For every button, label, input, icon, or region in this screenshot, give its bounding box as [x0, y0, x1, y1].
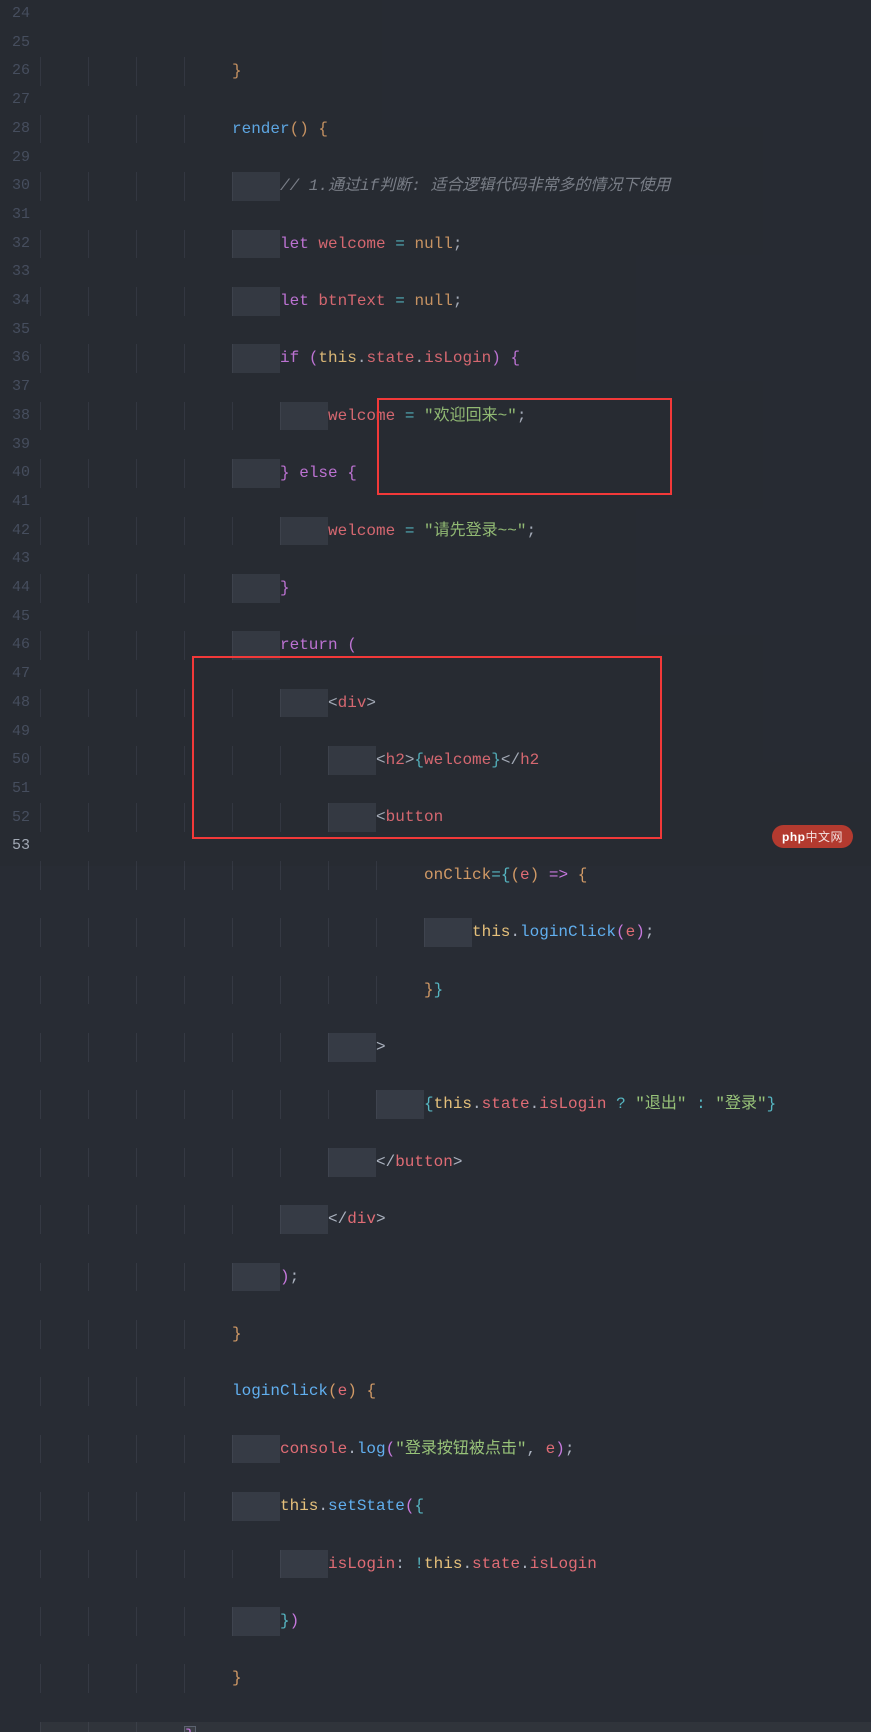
code-area[interactable]: } render() { // 1.通过if判断: 适合逻辑代码非常多的情况下使… — [40, 0, 871, 866]
line-number: 33 — [6, 258, 30, 287]
line-number: 46 — [6, 631, 30, 660]
code-line: <button — [40, 803, 871, 832]
line-number-gutter: 2425262728293031323334353637383940414243… — [0, 0, 40, 866]
line-number: 38 — [6, 402, 30, 431]
line-number: 51 — [6, 775, 30, 804]
line-number: 44 — [6, 574, 30, 603]
line-number: 36 — [6, 344, 30, 373]
code-line: }} — [40, 976, 871, 1005]
line-number: 39 — [6, 431, 30, 460]
code-line: > — [40, 1033, 871, 1062]
line-number: 29 — [6, 144, 30, 173]
code-line: let welcome = null; — [40, 230, 871, 259]
code-line: this.setState({ — [40, 1492, 871, 1521]
code-editor[interactable]: 2425262728293031323334353637383940414243… — [0, 0, 871, 866]
code-line: onClick={(e) => { — [40, 861, 871, 890]
code-line: } else { — [40, 459, 871, 488]
line-number: 49 — [6, 718, 30, 747]
code-line: </button> — [40, 1148, 871, 1177]
code-line: } — [40, 1320, 871, 1349]
code-line: } — [40, 574, 871, 603]
line-number: 40 — [6, 459, 30, 488]
line-number: 53 — [6, 832, 30, 861]
code-line: </div> — [40, 1205, 871, 1234]
line-number: 37 — [6, 373, 30, 402]
line-number: 30 — [6, 172, 30, 201]
code-line: {this.state.isLogin ? "退出" : "登录"} — [40, 1090, 871, 1119]
line-number: 31 — [6, 201, 30, 230]
line-number: 48 — [6, 689, 30, 718]
line-number: 50 — [6, 746, 30, 775]
code-line-active: } — [40, 1722, 871, 1732]
code-line: loginClick(e) { — [40, 1377, 871, 1406]
line-number: 45 — [6, 603, 30, 632]
line-number: 41 — [6, 488, 30, 517]
code-line: return ( — [40, 631, 871, 660]
code-line: this.loginClick(e); — [40, 918, 871, 947]
line-number: 24 — [6, 0, 30, 29]
code-line: let btnText = null; — [40, 287, 871, 316]
code-line: } — [40, 1664, 871, 1693]
watermark-logo: php中文网 — [772, 825, 853, 848]
code-line: if (this.state.isLogin) { — [40, 344, 871, 373]
line-number: 32 — [6, 230, 30, 259]
line-number: 52 — [6, 804, 30, 833]
line-number: 43 — [6, 545, 30, 574]
line-number: 42 — [6, 517, 30, 546]
code-line: welcome = "欢迎回来~"; — [40, 402, 871, 431]
line-number: 27 — [6, 86, 30, 115]
line-number: 47 — [6, 660, 30, 689]
code-line: <h2>{welcome}</h2 — [40, 746, 871, 775]
code-line: ); — [40, 1263, 871, 1292]
line-number: 34 — [6, 287, 30, 316]
line-number: 35 — [6, 316, 30, 345]
line-number: 26 — [6, 57, 30, 86]
line-number: 28 — [6, 115, 30, 144]
code-line: render() { — [40, 115, 871, 144]
code-line: }) — [40, 1607, 871, 1636]
code-line: isLogin: !this.state.isLogin — [40, 1550, 871, 1579]
code-line: <div> — [40, 689, 871, 718]
code-line: console.log("登录按钮被点击", e); — [40, 1435, 871, 1464]
line-number: 25 — [6, 29, 30, 58]
code-line: welcome = "请先登录~~"; — [40, 517, 871, 546]
code-line: // 1.通过if判断: 适合逻辑代码非常多的情况下使用 — [40, 172, 871, 201]
code-line: } — [40, 57, 871, 86]
